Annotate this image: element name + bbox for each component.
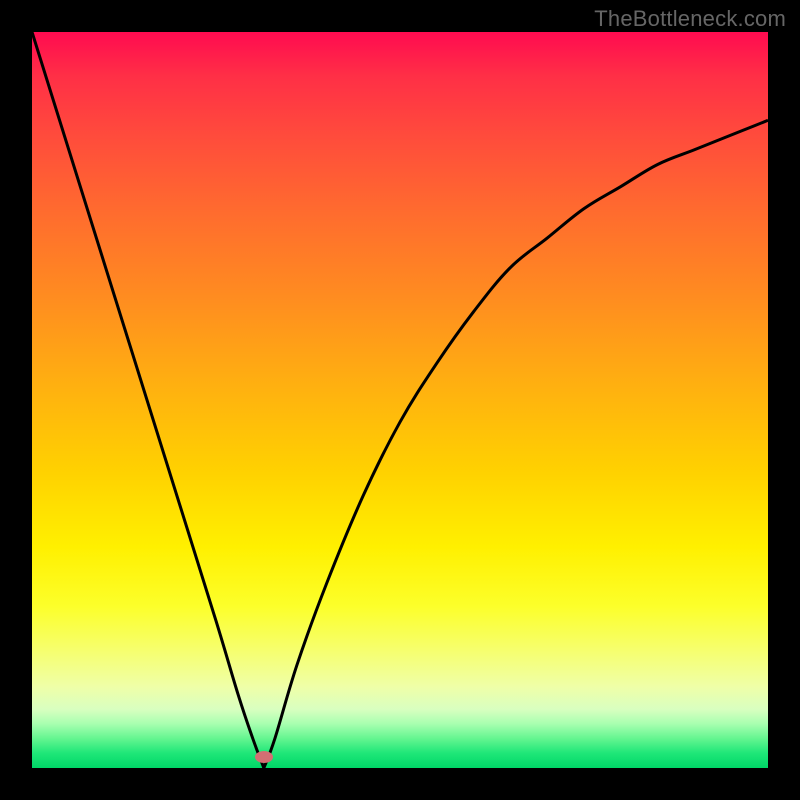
bottleneck-curve [32, 32, 768, 768]
plot-area [32, 32, 768, 768]
chart-frame: TheBottleneck.com [0, 0, 800, 800]
watermark-text: TheBottleneck.com [594, 6, 786, 32]
minimum-marker [255, 751, 273, 763]
